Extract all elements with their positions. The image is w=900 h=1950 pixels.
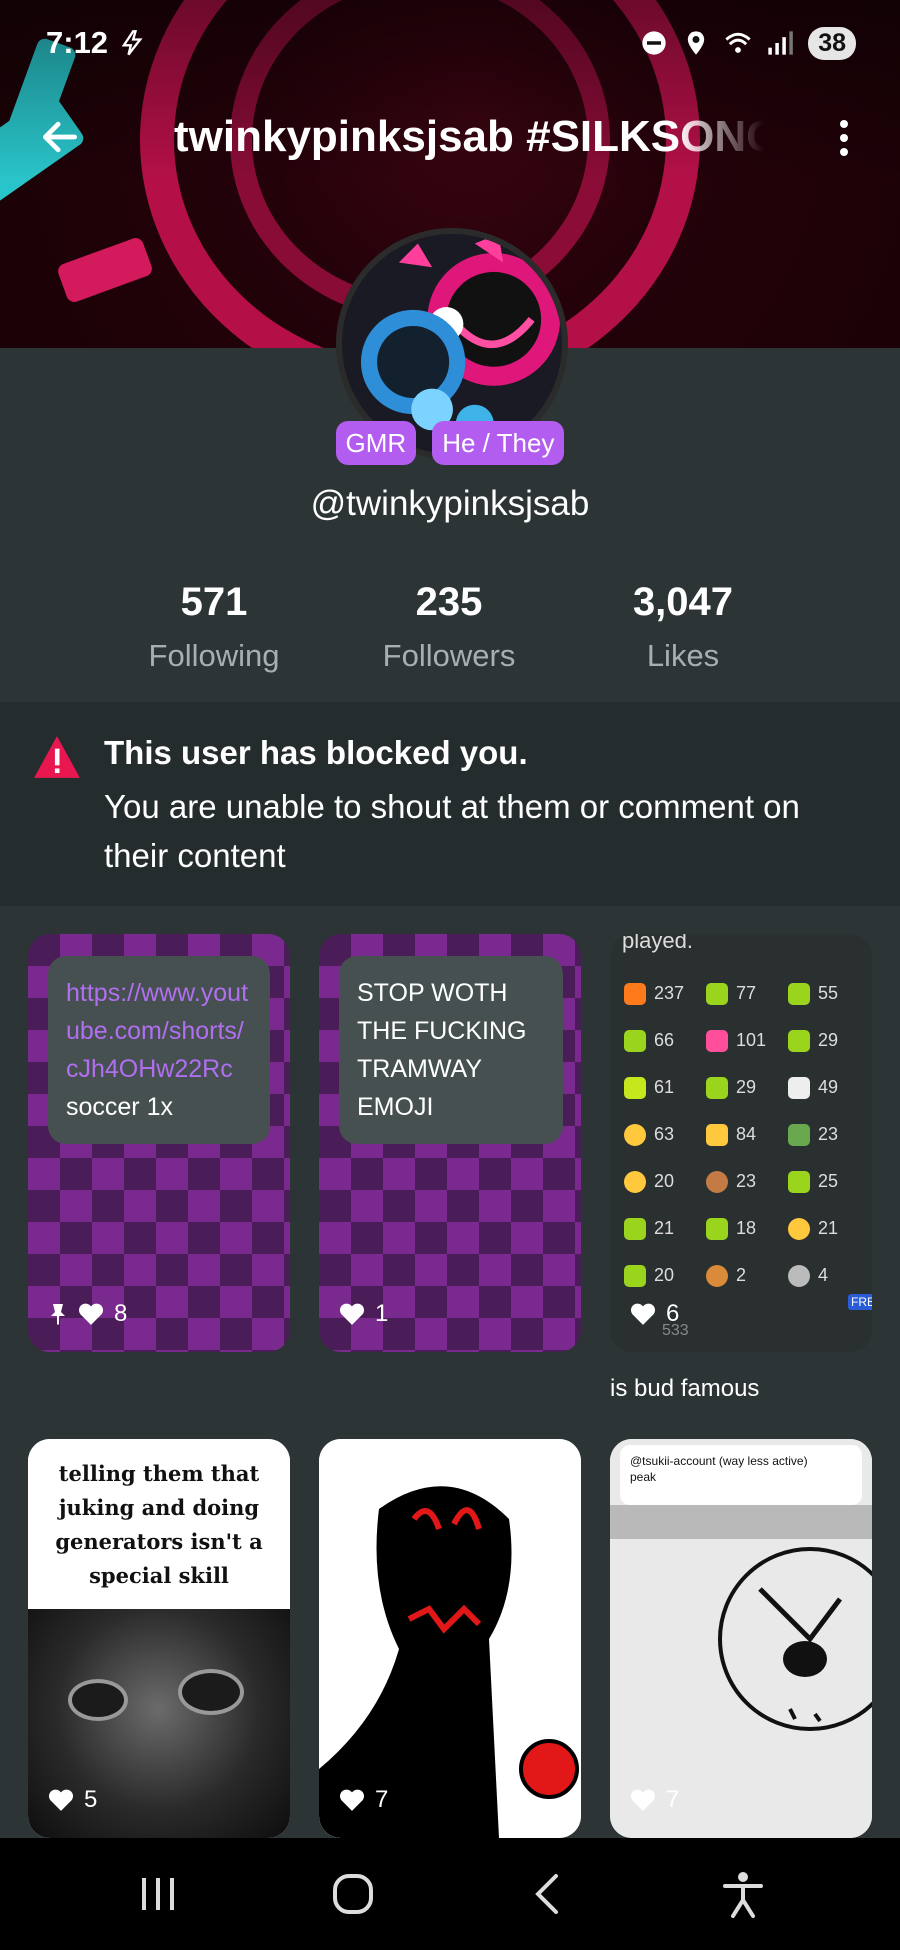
like-count: 8 — [114, 1300, 128, 1327]
arrow-left-icon — [42, 121, 78, 153]
stat-value: 235 — [415, 580, 483, 624]
stat-label: Followers — [382, 638, 516, 673]
post-likes: 1 — [339, 1300, 388, 1328]
profile-tags: GMR He / They — [0, 421, 900, 465]
post-likes: 6 — [630, 1300, 679, 1328]
home-button[interactable] — [308, 1854, 398, 1934]
battery-indicator: 38 — [808, 26, 856, 60]
chevron-left-icon — [534, 1874, 558, 1914]
like-count: 7 — [375, 1786, 389, 1813]
blocked-title: This user has blocked you. — [104, 734, 528, 771]
location-icon — [688, 31, 705, 55]
post-card[interactable]: STOP WOTH THE FUCKING TRAMWAY EMOJI 1 — [319, 934, 581, 1352]
heart-icon — [630, 1303, 656, 1325]
drawing-image — [718, 1547, 872, 1731]
like-count: 7 — [666, 1786, 680, 1813]
like-count: 1 — [375, 1300, 389, 1327]
profile-stats: 571 Following 235 Followers 3,047 Likes — [0, 580, 900, 690]
post-likes: 7 — [630, 1786, 679, 1814]
overlay-title: @tsukii-account (way less active) — [630, 1454, 808, 1468]
accessibility-icon — [722, 1872, 763, 1918]
heart-icon — [339, 1303, 365, 1325]
heart-icon — [630, 1789, 656, 1811]
stat-value: 3,047 — [632, 580, 734, 624]
tag-pronouns: He / They — [432, 421, 565, 465]
post-link[interactable]: https://www.youtube.com/shorts/cJh4OHw22… — [66, 974, 252, 1088]
stat-followers[interactable]: 235 Followers — [329, 580, 569, 674]
overlay-sub: peak — [630, 1470, 657, 1484]
post-card[interactable]: telling them that juking and doing gener… — [28, 1439, 290, 1838]
stat-label: Following — [148, 638, 280, 673]
heart-icon — [339, 1789, 365, 1811]
stat-label: Likes — [646, 638, 720, 673]
overlay-header: @tsukii-account (way less active) peak — [620, 1445, 862, 1505]
back-button[interactable] — [0, 100, 120, 174]
heart-icon — [48, 1789, 74, 1811]
post-card[interactable]: https://www.youtube.com/shorts/cJh4OHw22… — [28, 934, 290, 1352]
clock: 7:12 — [46, 25, 109, 60]
post-caption: is bud famous — [610, 1375, 760, 1402]
blocked-message: You are unable to shout at them or comme… — [104, 788, 800, 874]
status-bar: 7:12 38 — [0, 0, 900, 86]
post-card[interactable]: 7 — [319, 1439, 581, 1838]
more-options-button[interactable] — [816, 110, 872, 166]
back-nav-button[interactable] — [503, 1854, 593, 1934]
post-top-text: played. — [622, 934, 693, 953]
drawing-image — [319, 1439, 581, 1838]
like-count: 6 — [666, 1300, 680, 1327]
post-card[interactable]: @tsukii-account (way less active) peak 7 — [610, 1439, 872, 1838]
accessibility-button[interactable] — [698, 1854, 788, 1934]
post-card[interactable]: played. 237 77 55 66 101 29 61 29 49 63 84 23 20… — [610, 934, 872, 1352]
emoji-stats-grid: 237 77 55 66 101 29 61 29 49 63 84 23 20 23 25 21 1… — [624, 970, 872, 1299]
recent-apps-icon — [141, 1878, 174, 1910]
signal-icon — [768, 31, 794, 55]
top-app-bar: twinkypinksjsab #SILKSONG — [0, 100, 900, 174]
pin-icon — [51, 1304, 65, 1325]
post-likes: 7 — [339, 1786, 388, 1814]
profile-handle: @twinkypinksjsab — [310, 484, 590, 523]
flash-icon — [121, 30, 143, 56]
system-nav-bar — [0, 1838, 900, 1950]
like-count: 5 — [84, 1786, 98, 1813]
free-badge: FREE — [848, 1294, 872, 1310]
post-likes: 5 — [48, 1786, 97, 1814]
recent-apps-button[interactable] — [113, 1854, 203, 1934]
heart-icon — [78, 1303, 104, 1325]
post-likes: 8 — [48, 1300, 127, 1328]
do-not-disturb-icon — [642, 31, 666, 55]
more-vert-icon — [840, 120, 848, 128]
blocked-notice: This user has blocked you. You are unabl… — [0, 702, 900, 906]
stat-likes[interactable]: 3,047 Likes — [563, 580, 803, 674]
stat-following[interactable]: 571 Following — [94, 580, 334, 674]
home-icon — [332, 1874, 373, 1914]
tag-gmr: GMR — [335, 421, 417, 465]
post-text-bubble: STOP WOTH THE FUCKING TRAMWAY EMOJI — [339, 956, 563, 1144]
post-text: STOP WOTH THE FUCKING TRAMWAY EMOJI — [357, 979, 527, 1121]
stat-value: 571 — [180, 580, 248, 624]
wifi-icon — [725, 32, 751, 53]
page-title: twinkypinksjsab #SILKSONG — [174, 112, 764, 161]
post-text: soccer 1x — [66, 1093, 173, 1121]
post-text-bubble: https://www.youtube.com/shorts/cJh4OHw22… — [48, 956, 270, 1144]
warning-icon — [34, 736, 80, 778]
meme-caption: telling them that juking and doing gener… — [28, 1439, 290, 1609]
